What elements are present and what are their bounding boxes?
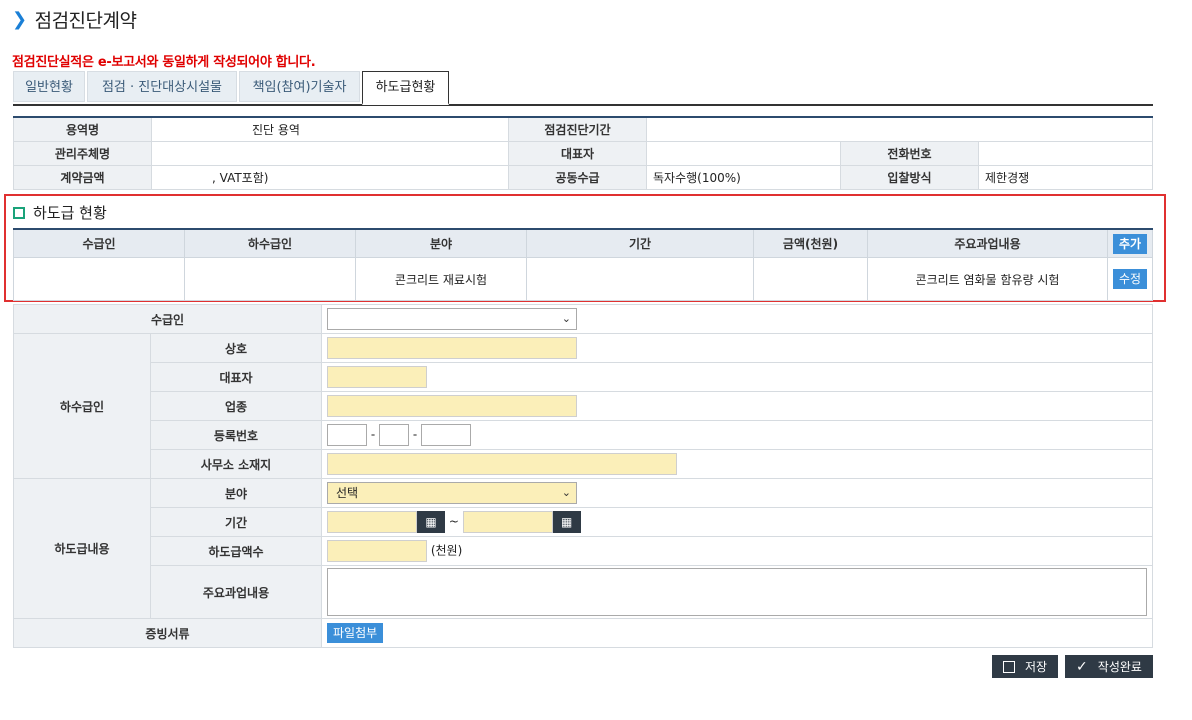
save-icon xyxy=(1002,660,1015,673)
chevron-down-icon: ⌄ xyxy=(561,486,571,499)
form-content-label: 하도급내용 xyxy=(13,478,151,619)
period-end-input[interactable] xyxy=(462,511,553,533)
period-value xyxy=(646,116,1153,142)
ceo-value xyxy=(646,141,841,166)
bid-label: 입찰방식 xyxy=(840,165,979,190)
amount-input[interactable] xyxy=(327,540,427,562)
page-title-text: 점검진단계약 xyxy=(34,10,137,32)
col-header-field: 분야 xyxy=(355,228,527,258)
form-task-label: 주요과업내용 xyxy=(150,565,322,619)
subcontract-heading: 하도급 현황 xyxy=(13,202,107,223)
manager-label: 관리주체명 xyxy=(13,141,152,166)
regno-separator-2: - xyxy=(412,427,418,442)
chevron-right-icon: ❯ xyxy=(12,9,27,30)
regno-input-2[interactable] xyxy=(379,424,409,446)
col-header-amount: 금액(천원) xyxy=(753,228,868,258)
subcontract-form: 수급인 ⌄ 하수급인 상호 대표자 업종 등록번호 - - 사무소 소재지 하도… xyxy=(13,304,1153,648)
period-separator: ~ xyxy=(448,514,459,529)
amount-value: , VAT포함) xyxy=(151,165,509,190)
amount-label: 계약금액 xyxy=(13,165,152,190)
col-header-task: 주요과업내용 xyxy=(867,228,1108,258)
tab-general[interactable]: 일반현황 xyxy=(13,71,85,102)
regno-input-1[interactable] xyxy=(327,424,367,446)
attach-file-button[interactable]: 파일첨부 xyxy=(327,623,384,643)
phone-value xyxy=(978,141,1153,166)
check-icon: ✓ xyxy=(1076,658,1088,675)
cell-field: 콘크리트 재료시험 xyxy=(355,257,527,301)
ceo-input[interactable] xyxy=(327,366,427,388)
edit-button[interactable]: 수정 xyxy=(1112,269,1148,289)
complete-label: 작성완료 xyxy=(1097,660,1142,674)
form-business-label: 업종 xyxy=(150,391,322,421)
cell-subcontractor xyxy=(184,257,356,301)
period-label: 점검진단기간 xyxy=(508,116,647,142)
col-header-subcontractor: 하수급인 xyxy=(184,228,356,258)
joint-value: 독자수행(100%) xyxy=(646,165,841,190)
col-header-contractor: 수급인 xyxy=(13,228,185,258)
manager-value xyxy=(151,141,509,166)
calendar-icon[interactable]: ▦ xyxy=(417,511,445,533)
service-name-value: 진단 용역 xyxy=(151,116,509,142)
cell-contractor xyxy=(13,257,185,301)
cell-amount xyxy=(753,257,868,301)
bullet-square-icon xyxy=(13,206,25,219)
service-name-label: 용역명 xyxy=(13,116,152,142)
period-start-input[interactable] xyxy=(327,511,417,533)
chevron-down-icon: ⌄ xyxy=(561,312,571,325)
address-input[interactable] xyxy=(327,453,677,475)
subcontract-table: 수급인 하수급인 분야 기간 금액(천원) 주요과업내용 추가 콘크리트 재료시… xyxy=(13,228,1153,301)
subcontract-heading-text: 하도급 현황 xyxy=(33,204,107,222)
tab-engineers[interactable]: 책임(참여)기술자 xyxy=(239,71,360,102)
calendar-icon[interactable]: ▦ xyxy=(552,511,581,533)
regno-separator-1: - xyxy=(370,427,376,442)
form-field-label: 분야 xyxy=(150,478,322,508)
regno-input-3[interactable] xyxy=(421,424,471,446)
task-textarea[interactable] xyxy=(327,568,1147,616)
ceo-label: 대표자 xyxy=(508,141,647,166)
company-input[interactable] xyxy=(327,337,577,359)
save-button[interactable]: 저장 xyxy=(992,655,1058,678)
complete-button[interactable]: ✓ 작성완료 xyxy=(1065,655,1153,678)
amount-unit: (천원) xyxy=(430,543,463,558)
add-button[interactable]: 추가 xyxy=(1112,233,1148,254)
form-address-label: 사무소 소재지 xyxy=(150,449,322,479)
form-regno-label: 등록번호 xyxy=(150,420,322,450)
form-amount-label: 하도급액수 xyxy=(150,536,322,566)
tab-bar: 일반현황 점검 · 진단대상시설물 책임(참여)기술자 하도급현황 xyxy=(13,71,1153,106)
warning-text: 점검진단실적은 e-보고서와 동일하게 작성되어야 합니다. xyxy=(12,55,316,70)
form-subcontractor-label: 하수급인 xyxy=(13,333,151,479)
form-period-label: 기간 xyxy=(150,507,322,537)
form-contractor-label: 수급인 xyxy=(13,304,322,334)
phone-label: 전화번호 xyxy=(840,141,979,166)
page-title: ❯ 점검진단계약 xyxy=(12,6,137,33)
cell-task: 콘크리트 염화물 함유량 시험 xyxy=(867,257,1108,301)
contractor-select[interactable]: ⌄ xyxy=(327,308,577,330)
form-ceo-label: 대표자 xyxy=(150,362,322,392)
table-row: 콘크리트 재료시험 콘크리트 염화물 함유량 시험 수정 xyxy=(13,257,1153,301)
field-select[interactable]: 선택 ⌄ xyxy=(327,482,577,504)
contract-info-table: 용역명 진단 용역 점검진단기간 관리주체명 대표자 전화번호 계약금액 , V… xyxy=(13,116,1153,190)
business-input[interactable] xyxy=(327,395,577,417)
field-select-value: 선택 xyxy=(336,486,359,500)
form-company-label: 상호 xyxy=(150,333,322,363)
tab-facilities[interactable]: 점검 · 진단대상시설물 xyxy=(87,71,237,102)
bid-value: 제한경쟁 xyxy=(978,165,1153,190)
tab-subcontract[interactable]: 하도급현황 xyxy=(362,71,449,105)
add-cell: 추가 xyxy=(1107,228,1153,258)
cell-period xyxy=(526,257,754,301)
col-header-period: 기간 xyxy=(526,228,754,258)
edit-cell: 수정 xyxy=(1107,257,1153,301)
form-docs-label: 증빙서류 xyxy=(13,618,322,648)
joint-label: 공동수급 xyxy=(508,165,647,190)
save-label: 저장 xyxy=(1024,660,1048,674)
